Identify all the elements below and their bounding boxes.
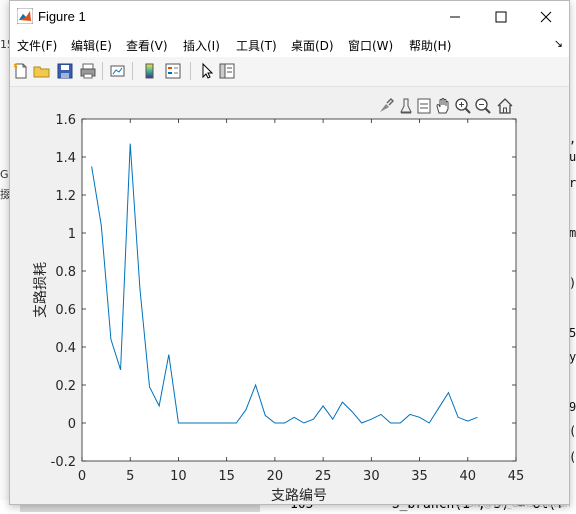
x-tick-label: 45 <box>508 469 525 484</box>
y-tick-label: 0.2 <box>55 379 76 394</box>
y-tick-label: 1.2 <box>55 189 76 204</box>
axes-background <box>81 118 517 462</box>
y-axis-label: 支路损耗 <box>33 262 49 318</box>
x-tick-label: 35 <box>411 469 428 484</box>
x-tick-label: 20 <box>267 469 284 484</box>
y-tick-label: 0 <box>68 417 76 432</box>
x-tick-label: 15 <box>218 469 235 484</box>
line-chart: 0 5 10 15 20 25 30 35 40 45-0.200.20.40.60.811.21… <box>33 113 525 504</box>
figure-window: Figure 1 文件(F) 编辑(E) 查看(V) 插入(I) 工具(T) 桌… <box>9 0 570 505</box>
y-tick-label: 1 <box>68 227 76 242</box>
y-tick-label: 0.8 <box>55 265 76 280</box>
x-axis-label: 支路编号 <box>271 488 327 504</box>
x-tick-label: 5 <box>126 469 134 484</box>
y-tick-label: 0.4 <box>55 341 76 356</box>
y-tick-label: 1.4 <box>55 151 76 166</box>
x-tick-label: 0 <box>78 469 86 484</box>
y-tick-label: -0.2 <box>51 455 76 470</box>
x-tick-label: 10 <box>170 469 187 484</box>
x-tick-label: 30 <box>363 469 380 484</box>
x-tick-label: 25 <box>315 469 332 484</box>
x-tick-label: 40 <box>460 469 477 484</box>
y-tick-label: 0.6 <box>55 303 76 318</box>
y-tick-label: 1.6 <box>55 113 76 128</box>
